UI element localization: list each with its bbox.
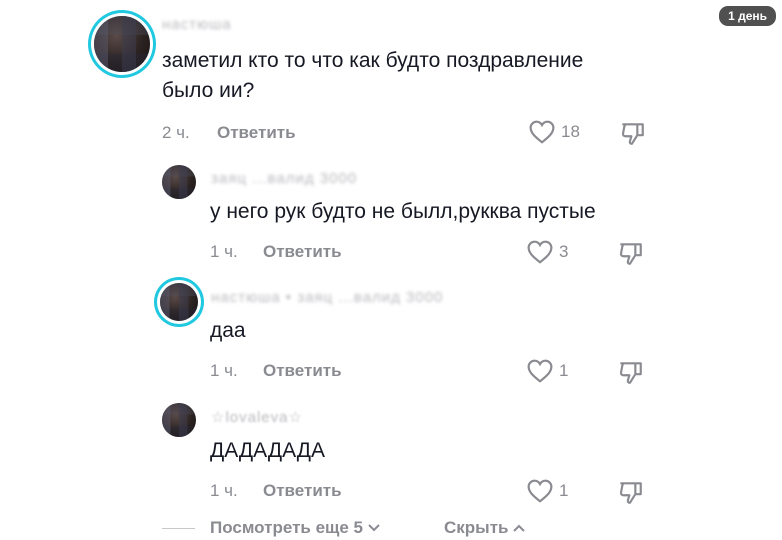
- divider: [162, 528, 195, 529]
- comment-time: 1 ч.: [210, 361, 238, 380]
- view-more-label: Посмотреть еще 5: [210, 518, 364, 537]
- comment-username[interactable]: настюша: [162, 16, 232, 33]
- comment-time: 1 ч.: [210, 242, 238, 261]
- avatar[interactable]: [94, 16, 150, 72]
- reply-button[interactable]: Ответить: [217, 123, 296, 143]
- like-count: 18: [561, 122, 580, 141]
- like-count: 1: [559, 361, 569, 380]
- comment-text: заметил кто то что как будто поздравлени…: [162, 49, 584, 102]
- heart-outline-icon: [529, 120, 555, 144]
- time-badge: 1 день: [719, 6, 776, 26]
- avatar[interactable]: [160, 283, 198, 321]
- avatar[interactable]: [162, 165, 196, 199]
- hide-label: Скрыть: [444, 518, 509, 537]
- comment-time: 1 ч.: [210, 481, 238, 500]
- dislike-button[interactable]: [618, 240, 644, 271]
- thumbs-down-icon: [619, 362, 642, 384]
- dislike-button[interactable]: [620, 120, 646, 151]
- dislike-button[interactable]: [618, 359, 644, 390]
- like-button[interactable]: 1: [527, 479, 568, 503]
- reply-button[interactable]: Ответить: [263, 242, 342, 262]
- comment-time: 2 ч.: [162, 123, 190, 142]
- chevron-down-icon: [368, 524, 380, 532]
- comment-username[interactable]: настюша • заяц ...валид 3000: [211, 289, 443, 306]
- view-more-replies-button[interactable]: Посмотреть еще 5: [210, 518, 381, 538]
- thumbs-down-icon: [621, 123, 644, 145]
- comment-username[interactable]: ☆lovaleva☆: [211, 408, 303, 426]
- thumbs-down-icon: [619, 482, 642, 504]
- replies-footer: Посмотреть еще 5 Скрыть: [0, 515, 782, 540]
- comment-text: у него рук будто не былл,рукква пустые: [210, 200, 596, 223]
- like-button[interactable]: 18: [529, 120, 580, 144]
- like-count: 1: [559, 481, 569, 500]
- comment-text: ДАДАДАДА: [210, 439, 326, 462]
- avatar[interactable]: [162, 403, 196, 437]
- like-button[interactable]: 1: [527, 359, 568, 383]
- thumbs-down-icon: [619, 243, 642, 265]
- dislike-button[interactable]: [618, 479, 644, 510]
- hide-replies-button[interactable]: Скрыть: [444, 518, 526, 538]
- reply-button[interactable]: Ответить: [263, 481, 342, 501]
- like-count: 3: [559, 242, 569, 261]
- comment-text: даа: [210, 319, 246, 342]
- heart-outline-icon: [527, 479, 553, 503]
- heart-outline-icon: [527, 240, 553, 264]
- like-button[interactable]: 3: [527, 240, 568, 264]
- reply-button[interactable]: Ответить: [263, 361, 342, 381]
- heart-outline-icon: [527, 359, 553, 383]
- chevron-up-icon: [513, 524, 526, 532]
- comment-username[interactable]: заяц ...валид 3000: [211, 170, 357, 187]
